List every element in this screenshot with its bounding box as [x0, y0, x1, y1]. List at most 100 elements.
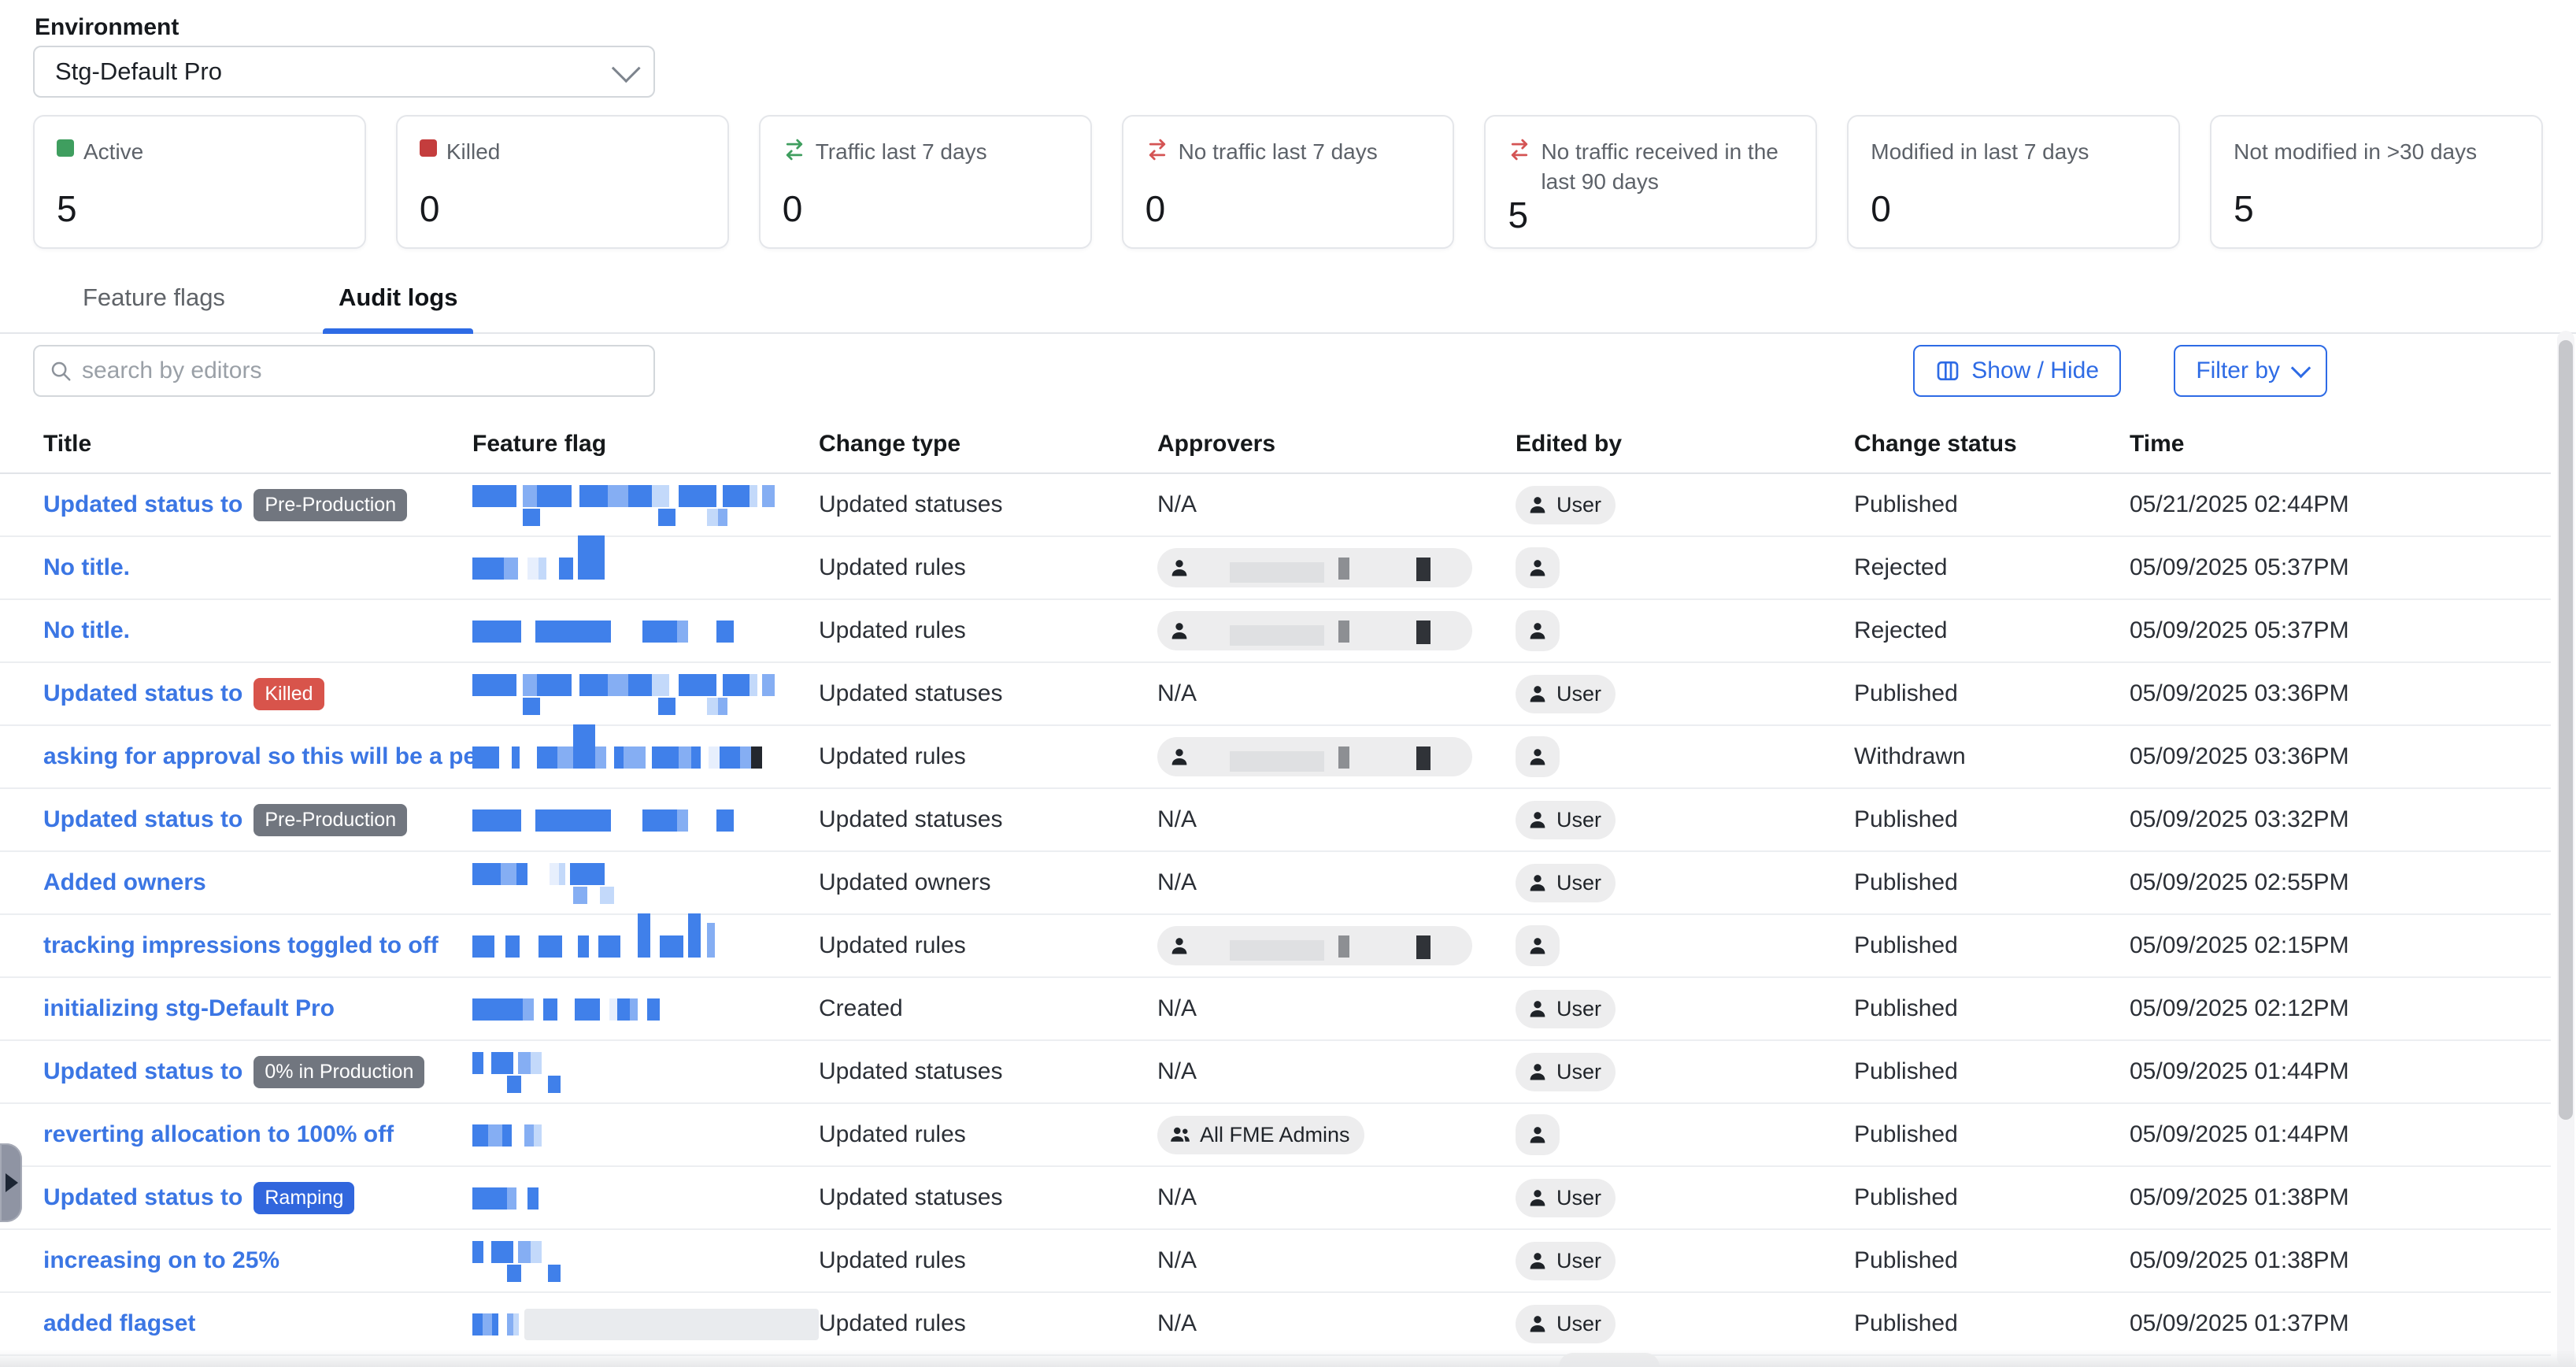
audit-logs-page: Environment Stg-Default Pro Active 5Kill…: [0, 0, 2576, 1367]
approvers-cell: N/A: [1157, 869, 1516, 896]
status-badge: Pre-Production: [254, 489, 407, 521]
change-status-cell: Published: [1854, 995, 2130, 1022]
feature-flag-redacted: [472, 1123, 819, 1147]
approvers-na: N/A: [1157, 806, 1197, 832]
audit-title-link[interactable]: Updated status to: [43, 806, 242, 833]
change-type-cell: Created: [819, 995, 1157, 1022]
column-header: Change type: [819, 431, 1157, 458]
edited-by-cell: User: [1516, 675, 1854, 713]
feature-flag-cell: [472, 1239, 819, 1282]
sidebar-expand-handle[interactable]: [0, 1143, 22, 1222]
edited-by-user-pill: User: [1516, 1053, 1616, 1091]
change-type-cell: Updated rules: [819, 1121, 1157, 1148]
scrollbar-thumb[interactable]: [2559, 340, 2573, 1120]
change-type-cell: Updated rules: [819, 743, 1157, 770]
audit-title-link[interactable]: added flagset: [43, 1310, 195, 1337]
edited-by-cell: User: [1516, 990, 1854, 1028]
audit-title-link[interactable]: Updated status to: [43, 680, 242, 707]
audit-title-link[interactable]: Updated status to: [43, 1058, 242, 1085]
feature-flag-cell: [472, 1050, 819, 1093]
approvers-cell: All FME Admins: [1157, 1116, 1516, 1154]
status-badge: Killed: [254, 678, 324, 710]
audit-title-link[interactable]: Added owners: [43, 869, 206, 896]
change-status-cell: Published: [1854, 1058, 2130, 1085]
person-icon: [1527, 620, 1549, 642]
feature-flag-redacted: [472, 1312, 819, 1336]
status-square-icon: [57, 139, 74, 157]
approvers-na: N/A: [1157, 1247, 1197, 1273]
search-icon: [49, 359, 72, 383]
change-status-cell: Published: [1854, 869, 2130, 896]
redacted-text: [1198, 934, 1458, 958]
audit-title-link[interactable]: Updated status to: [43, 1184, 242, 1211]
feature-flag-redacted: [472, 556, 819, 580]
edited-by-cell: User: [1516, 1242, 1854, 1280]
change-type-cell: Updated statuses: [819, 806, 1157, 833]
table-row: initializing stg-Default Pro Created N/A…: [0, 978, 2551, 1041]
change-type-cell: Updated rules: [819, 932, 1157, 959]
table-row: Added owners Updated owners N/A User Pub…: [0, 852, 2551, 915]
time-cell: 05/09/2025 05:37PM: [2130, 617, 2551, 644]
audit-title-link[interactable]: tracking impressions toggled to off: [43, 932, 439, 959]
tab-audit-logs[interactable]: Audit logs: [323, 277, 474, 332]
audit-title-link[interactable]: initializing stg-Default Pro: [43, 995, 335, 1022]
change-status-cell: Published: [1854, 1184, 2130, 1211]
approvers-cell: N/A: [1157, 995, 1516, 1022]
time-cell: 05/09/2025 03:36PM: [2130, 680, 2551, 707]
table-row: asking for approval so this will be a pe…: [0, 726, 2551, 789]
feature-flag-cell: [472, 556, 819, 580]
table-row: No title. Updated rules Rejected 05/09/2…: [0, 600, 2551, 663]
approver-redacted-pill: [1157, 737, 1472, 776]
time-cell: 05/09/2025 03:36PM: [2130, 743, 2551, 770]
approver-redacted-pill: [1157, 548, 1472, 587]
person-icon: [1527, 557, 1549, 579]
title-cell: tracking impressions toggled to off: [43, 932, 472, 959]
tab-feature-flags[interactable]: Feature flags: [67, 277, 241, 332]
person-icon: [1527, 1313, 1549, 1335]
feature-flag-redacted: [472, 619, 819, 643]
edited-by-user-pill: User: [1516, 1179, 1616, 1217]
title-cell: Updated status to Pre-Production: [43, 804, 472, 836]
approvers-na: N/A: [1157, 680, 1197, 706]
chevron-down-icon: [2291, 358, 2311, 378]
audit-title-link[interactable]: No title.: [43, 554, 130, 581]
audit-title-link[interactable]: increasing on to 25%: [43, 1247, 279, 1274]
audit-title-link[interactable]: No title.: [43, 617, 130, 644]
partial-next-row-pill: [1559, 1353, 1660, 1367]
audit-title-link[interactable]: Updated status to: [43, 491, 242, 518]
table-row: Updated status to Killed Updated statuse…: [0, 663, 2551, 726]
search-input[interactable]: [82, 357, 639, 384]
audit-log-table: TitleFeature flagChange typeApproversEdi…: [0, 416, 2551, 1356]
approvers-cell: N/A: [1157, 1058, 1516, 1085]
edited-by-cell: [1516, 736, 1854, 777]
time-cell: 05/09/2025 02:15PM: [2130, 932, 2551, 959]
column-header: Time: [2130, 431, 2551, 458]
approvers-na: N/A: [1157, 1310, 1197, 1336]
redacted-text: [1198, 745, 1458, 769]
time-cell: 05/09/2025 01:37PM: [2130, 1310, 2551, 1337]
edited-by-user-pill: User: [1516, 1305, 1616, 1343]
title-cell: asking for approval so this will be a pe: [43, 743, 472, 770]
edited-by-cell: [1516, 610, 1854, 651]
filter-by-button[interactable]: Filter by: [2174, 345, 2327, 397]
person-icon: [1527, 1250, 1549, 1272]
approvers-cell: N/A: [1157, 1247, 1516, 1274]
stat-value: 0: [1871, 191, 2156, 227]
edited-by-cell: User: [1516, 1305, 1854, 1343]
environment-select[interactable]: Stg-Default Pro: [33, 46, 655, 98]
group-icon: [1168, 1123, 1192, 1147]
stat-label: Traffic last 7 days: [816, 137, 987, 167]
title-cell: Updated status to Killed: [43, 678, 472, 710]
vertical-scrollbar[interactable]: [2557, 331, 2574, 1367]
approvers-na: N/A: [1157, 1184, 1197, 1210]
feature-flag-redacted: [472, 808, 819, 832]
audit-title-link[interactable]: reverting allocation to 100% off: [43, 1121, 394, 1148]
table-row: Updated status to Ramping Updated status…: [0, 1167, 2551, 1230]
audit-title-link[interactable]: asking for approval so this will be a pe: [43, 743, 472, 770]
search-box[interactable]: [33, 345, 655, 397]
change-type-cell: Updated statuses: [819, 491, 1157, 518]
time-cell: 05/09/2025 02:55PM: [2130, 869, 2551, 896]
approvers-cell: [1157, 926, 1516, 965]
status-square-icon: [420, 139, 437, 157]
show-hide-button[interactable]: Show / Hide: [1913, 345, 2121, 397]
